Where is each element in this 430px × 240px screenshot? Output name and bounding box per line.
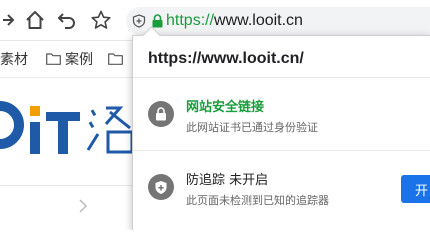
folder-icon — [46, 53, 61, 65]
looit-logo-image — [0, 101, 134, 154]
enable-tracking-button[interactable]: 开 — [401, 175, 430, 203]
undo-icon — [58, 13, 75, 29]
page-divider — [0, 185, 140, 186]
connection-info-row[interactable]: 网站安全链接 此网站证书已通过身份验证 — [133, 78, 430, 150]
address-bar[interactable]: https://www.looit.cn — [126, 7, 430, 35]
bookmark-folder[interactable]: 案例 — [46, 50, 93, 68]
bookmark-label: 素材 — [0, 52, 28, 68]
home-button[interactable] — [25, 10, 45, 30]
bookmark-label: 案例 — [65, 52, 93, 68]
url-host: www.looit.cn — [214, 12, 303, 29]
connection-title: 网站安全链接 — [186, 100, 265, 115]
lock-icon[interactable] — [150, 14, 164, 28]
tracking-protection-row: 防追踪 未开启 此页面未检测到已知的追踪器 — [133, 151, 430, 223]
site-info-popup: https://www.looit.cn/ 网站安全链接 此网站证书已通过身份验… — [132, 26, 430, 230]
shield-plus-icon — [148, 174, 174, 200]
address-text[interactable]: https://www.looit.cn — [166, 12, 303, 30]
bookmark-folder[interactable] — [108, 50, 127, 68]
site-logo[interactable] — [0, 98, 140, 170]
home-icon — [26, 11, 44, 29]
forward-arrow-icon — [3, 14, 15, 26]
shield-icon[interactable] — [132, 14, 146, 28]
tracking-subtitle: 此页面未检测到已知的追踪器 — [186, 194, 329, 207]
bookmark-item[interactable]: 素材 — [0, 50, 28, 68]
undo-button[interactable] — [57, 10, 77, 30]
forward-button[interactable] — [0, 10, 20, 30]
popup-url: https://www.looit.cn/ — [148, 50, 304, 67]
folder-icon — [108, 53, 123, 65]
lock-icon — [148, 101, 174, 127]
chevron-right-icon[interactable] — [78, 198, 88, 214]
bookmark-star-button[interactable] — [91, 10, 111, 30]
browser-window: https://www.looit.cn 素材 案例 https://www.l… — [0, 0, 430, 230]
connection-subtitle: 此网站证书已通过身份验证 — [186, 121, 318, 134]
url-scheme: https:// — [166, 12, 215, 29]
tracking-title: 防追踪 未开启 — [186, 173, 269, 188]
star-icon — [91, 10, 111, 29]
